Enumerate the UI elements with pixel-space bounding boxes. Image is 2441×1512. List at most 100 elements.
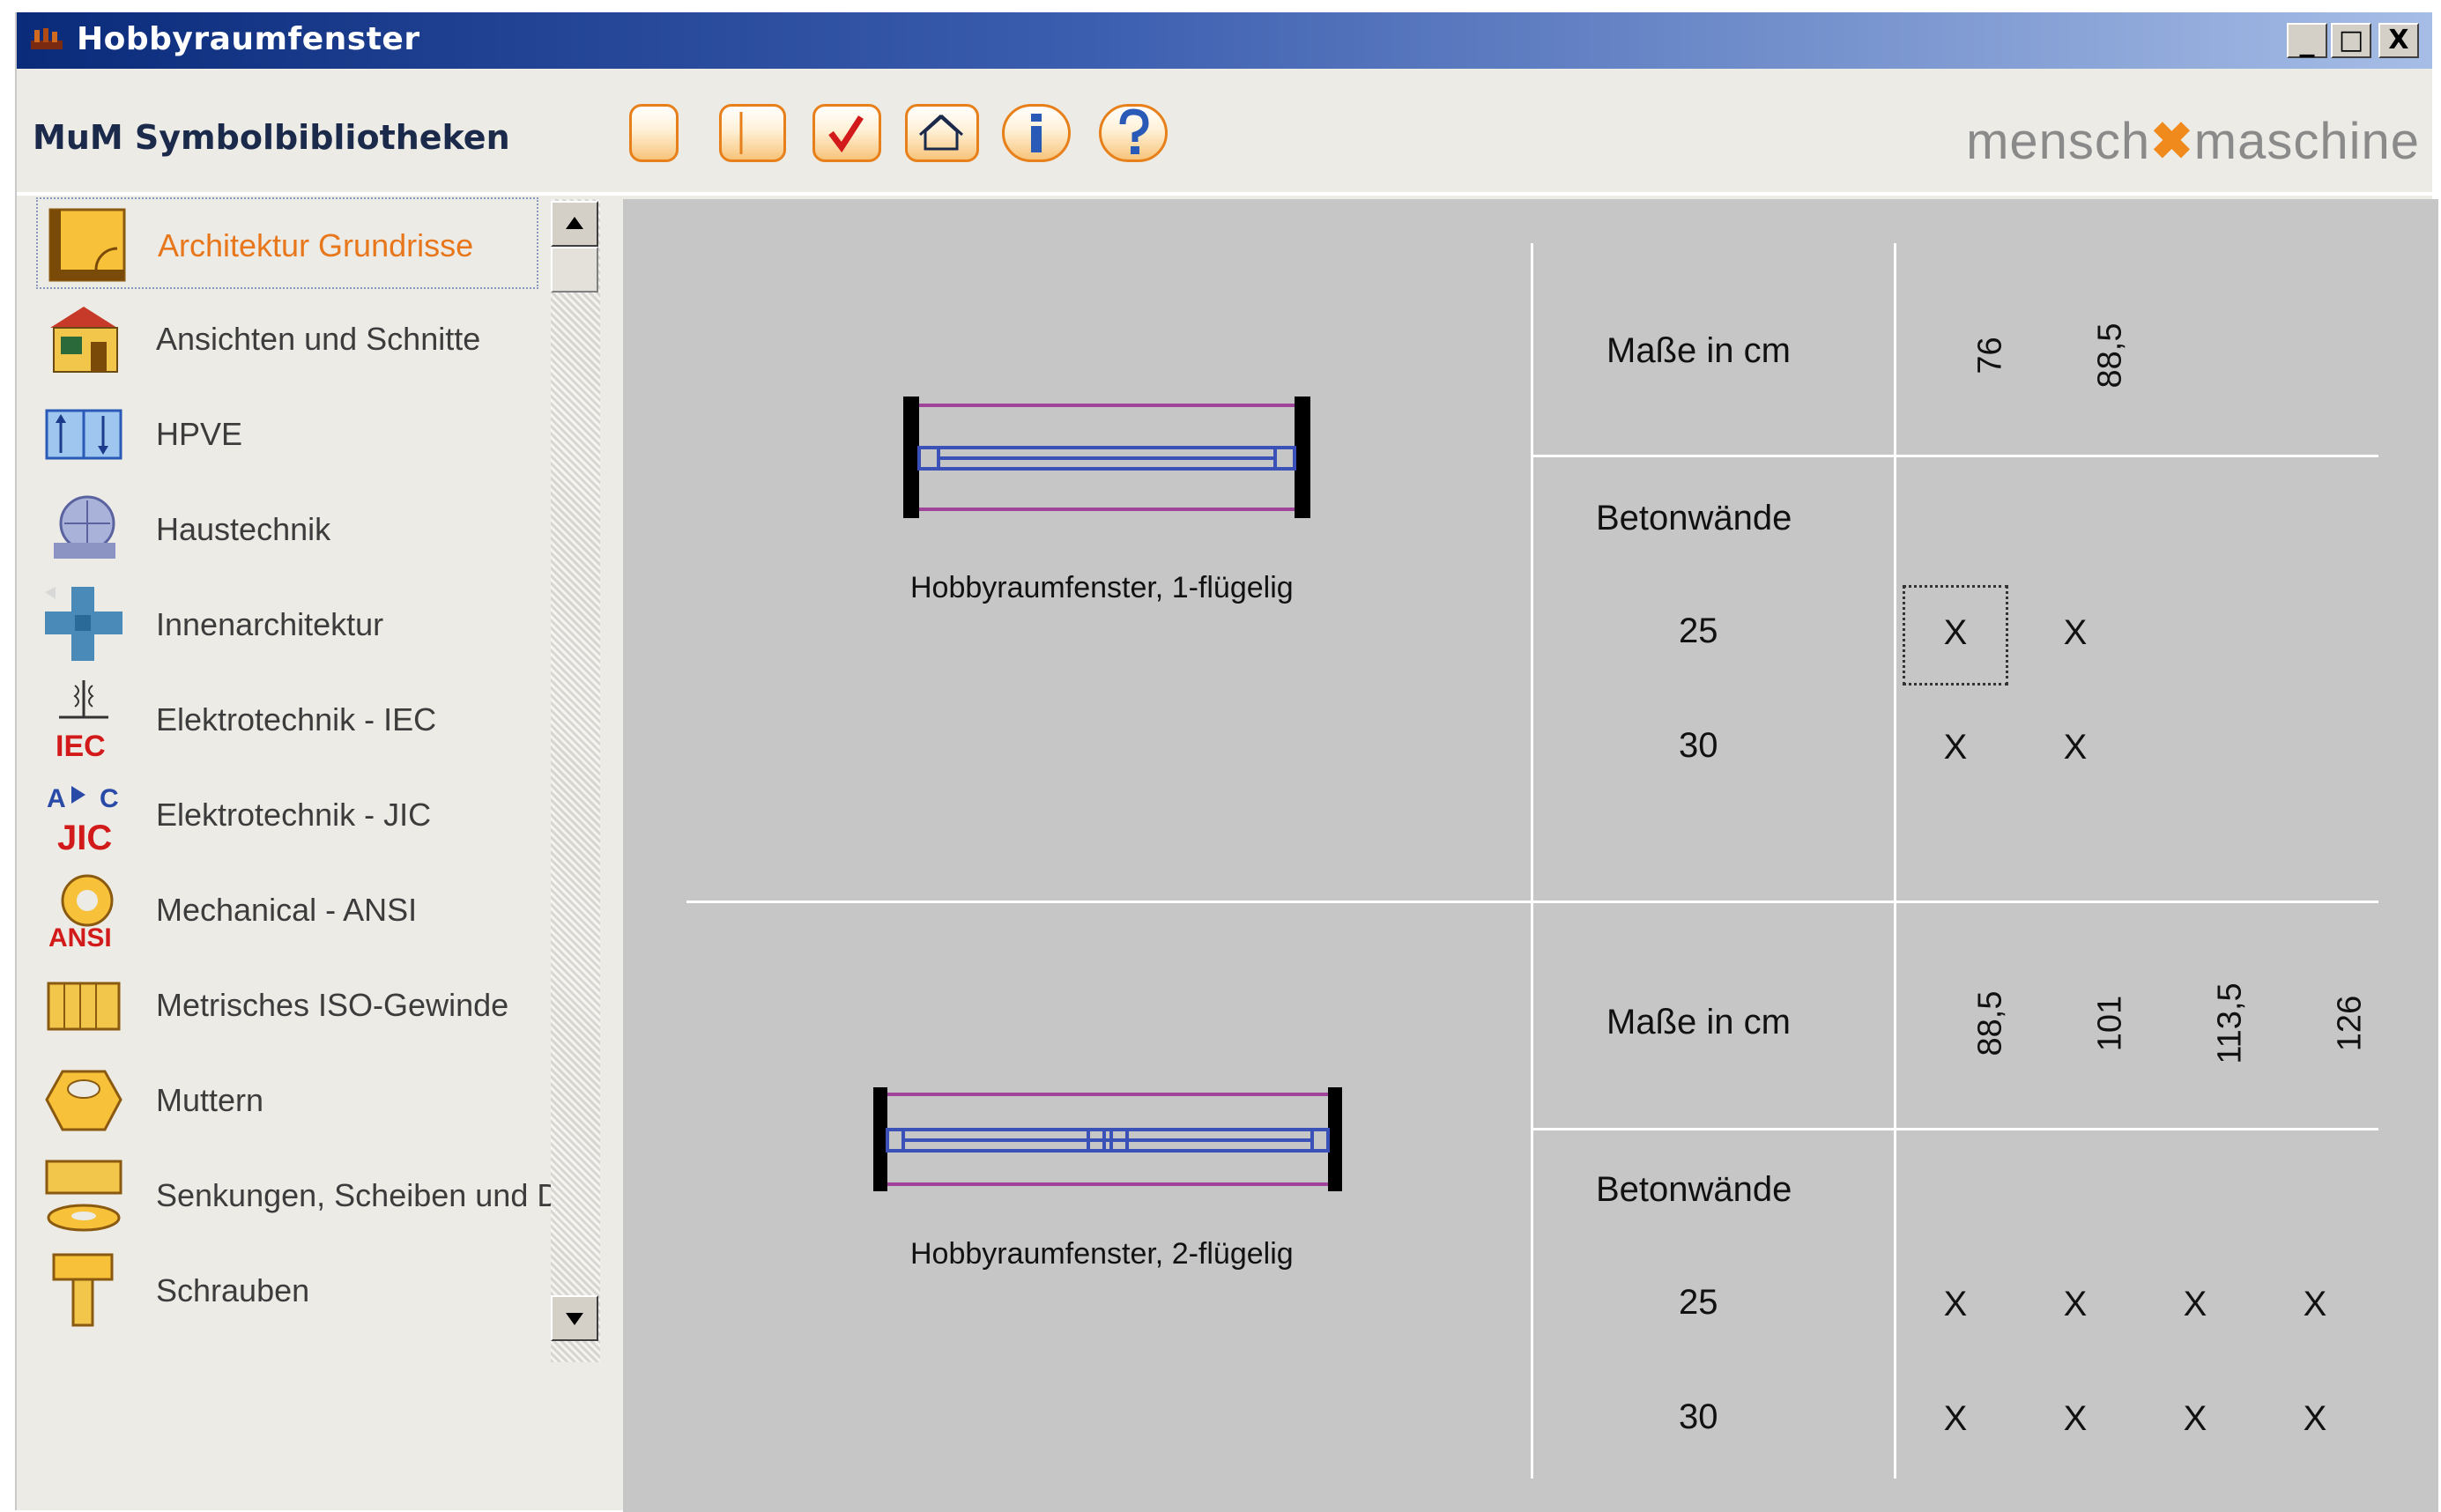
scroll-thumb[interactable]	[551, 247, 598, 293]
availability-mark[interactable]: X	[1903, 613, 2008, 653]
help-icon	[1119, 108, 1149, 154]
washer-icon	[45, 1160, 122, 1232]
dims-label: Maße in cm	[1606, 1003, 1791, 1041]
help-button[interactable]	[1099, 104, 1168, 162]
sidebar-item-label: Elektrotechnik - JIC	[156, 797, 432, 833]
arrow-down-icon	[566, 1313, 583, 1325]
dim-value: 88,5	[1971, 990, 2009, 1056]
sidebar-item-label: Metrisches ISO-Gewinde	[156, 987, 509, 1023]
close-button[interactable]: X	[2378, 23, 2419, 58]
house-icon	[50, 307, 118, 373]
availability-mark[interactable]: X	[1903, 728, 2008, 767]
availability-mark[interactable]: X	[2022, 728, 2128, 767]
arrow-up-icon	[566, 217, 583, 229]
sidebar-item-elektrotechnik-jic[interactable]: A C JIC Elektrotechnik - JIC	[36, 768, 538, 860]
app-icon	[31, 28, 63, 49]
sidebar-item-label: Mechanical - ANSI	[156, 892, 418, 928]
availability-mark[interactable]: X	[2262, 1285, 2368, 1324]
house-button[interactable]	[905, 104, 979, 162]
sidebar-item-label: Haustechnik	[156, 511, 331, 547]
maximize-button[interactable]: □	[2331, 23, 2371, 58]
ansi-gear-icon: ANSI	[48, 874, 114, 950]
availability-mark[interactable]: X	[2142, 1399, 2248, 1439]
sidebar-item-hpve[interactable]: HPVE	[36, 388, 538, 479]
logo-text-left: mensch	[1966, 113, 2151, 170]
sidebar-item-architektur-grundrisse[interactable]: Architektur Grundrisse	[36, 197, 538, 289]
new-square-icon	[632, 107, 676, 159]
dim-value: 126	[2331, 995, 2369, 1052]
thickness-value: 25	[1679, 611, 1718, 650]
symbol-caption: Hobbyraumfenster, 2-flügelig	[910, 1237, 1294, 1271]
screw-icon	[52, 1253, 114, 1327]
toolbar-area: MuM Symbolbibliotheken mensch✖maschine	[17, 69, 2432, 197]
sidebar-item-innenarchitektur[interactable]: Innenarchitektur	[36, 578, 538, 670]
dim-value: 76	[1971, 337, 2009, 374]
thickness-value: 25	[1679, 1283, 1718, 1322]
grid-line-vertical	[1894, 243, 1896, 1479]
symbol-caption: Hobbyraumfenster, 1-flügelig	[910, 571, 1294, 604]
jic-icon: A C JIC	[47, 784, 119, 855]
availability-mark[interactable]: X	[2022, 1285, 2128, 1324]
check-button[interactable]	[812, 104, 881, 162]
wall-label: Betonwände	[1596, 1170, 1792, 1209]
sidebar-item-metrisches-iso-gewinde[interactable]: Metrisches ISO-Gewinde	[36, 959, 538, 1050]
window-2-fluegelig-symbol[interactable]	[873, 1087, 1342, 1193]
svg-text:IEC: IEC	[56, 730, 106, 760]
grid-line-horizontal	[1531, 455, 2378, 457]
sidebar-item-label: Ansichten und Schnitte	[156, 321, 481, 357]
info-icon	[1031, 114, 1042, 152]
logo-mark-icon: ✖	[2150, 113, 2194, 170]
sidebar-item-label: Schrauben	[156, 1272, 310, 1308]
sidebar-item-label: Senkungen, Scheiben und Du	[156, 1177, 561, 1213]
sidebar-scrollbar[interactable]	[551, 199, 600, 1362]
sidebar-item-ansichten-und-schnitte[interactable]: Ansichten und Schnitte	[36, 293, 538, 384]
scroll-up-button[interactable]	[551, 201, 598, 247]
availability-mark[interactable]: X	[2142, 1285, 2248, 1324]
availability-mark[interactable]: X	[1903, 1285, 2008, 1324]
sidebar-item-haustechnik[interactable]: Haustechnik	[36, 483, 538, 574]
availability-mark[interactable]: X	[2022, 1399, 2128, 1439]
brand-logo: mensch✖maschine	[1966, 111, 2420, 171]
logo-text-right: maschine	[2193, 113, 2420, 170]
floorplan-icon	[48, 208, 126, 282]
svg-text:JIC: JIC	[57, 819, 112, 855]
check-icon	[828, 115, 864, 153]
thread-icon	[47, 982, 121, 1031]
sidebar-item-mechanical-ansi[interactable]: ANSI Mechanical - ANSI	[36, 863, 538, 955]
interior-icon	[45, 587, 122, 661]
window-title: Hobbyraumfenster	[77, 21, 420, 57]
availability-mark[interactable]: X	[2022, 613, 2128, 653]
new-square-button[interactable]	[629, 104, 679, 162]
dim-value: 113,5	[2211, 982, 2249, 1064]
dims-label: Maße in cm	[1606, 331, 1791, 370]
sidebar-item-muttern[interactable]: Muttern	[36, 1054, 538, 1145]
minimize-button[interactable]: _	[2287, 23, 2327, 58]
svg-text:A: A	[47, 784, 66, 813]
sidebar-item-label: Architektur Grundrisse	[158, 227, 474, 263]
svg-text:ANSI: ANSI	[48, 923, 112, 950]
panel-button[interactable]	[719, 104, 786, 162]
sidebar-item-elektrotechnik-iec[interactable]: IEC Elektrotechnik - IEC	[36, 673, 538, 765]
window-1-fluegelig-symbol[interactable]	[903, 397, 1310, 520]
dim-value: 101	[2091, 995, 2129, 1052]
sidebar-item-label: HPVE	[156, 416, 243, 452]
panel-icon	[739, 112, 743, 154]
thickness-value: 30	[1679, 726, 1718, 765]
house-icon	[918, 114, 964, 151]
scroll-down-button[interactable]	[551, 1295, 598, 1341]
title-bar[interactable]: Hobbyraumfenster _ □ X	[17, 12, 2432, 69]
building-services-icon	[54, 495, 115, 559]
sidebar-item-label: Innenarchitektur	[156, 606, 384, 642]
sidebar-item-schrauben[interactable]: Schrauben	[36, 1244, 538, 1336]
toolbar-divider	[17, 192, 2432, 196]
info-button[interactable]	[1002, 104, 1071, 162]
library-title: MuM Symbolbibliotheken	[33, 118, 510, 157]
section-divider	[686, 901, 2378, 903]
sidebar-item-label: Elektrotechnik - IEC	[156, 701, 437, 737]
svg-text:C: C	[100, 784, 119, 813]
availability-mark[interactable]: X	[2262, 1399, 2368, 1439]
sidebar-item-senkungen-scheiben[interactable]: Senkungen, Scheiben und Du	[36, 1149, 561, 1241]
sidebar-item-label: Muttern	[156, 1082, 264, 1118]
availability-mark[interactable]: X	[1903, 1399, 2008, 1439]
iec-icon: IEC	[56, 680, 108, 760]
